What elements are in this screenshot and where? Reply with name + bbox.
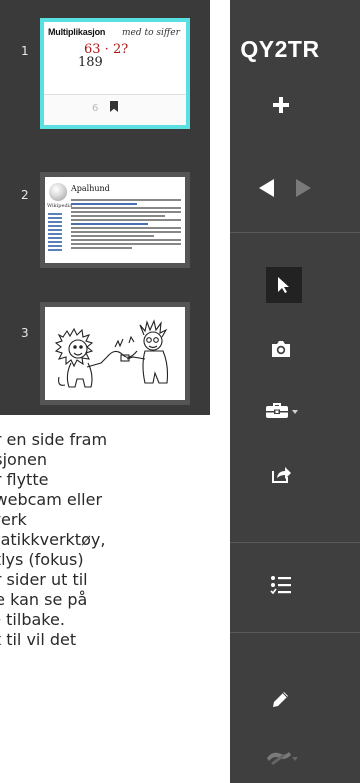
previous-slide-button[interactable] (250, 171, 284, 205)
description-line: er sider ut til (0, 570, 88, 589)
toolbar-divider (230, 542, 360, 543)
pen-button[interactable] (264, 682, 298, 716)
wiki-sidebar (48, 211, 66, 253)
drawing-tools-button[interactable] (258, 740, 306, 774)
slide-preview: Multiplikasjon med to siffer 63 · 2? 189… (44, 22, 186, 125)
toolbar-divider (230, 632, 360, 633)
slide-thumbnail-selected[interactable]: Multiplikasjon med to siffer 63 · 2? 189… (40, 18, 190, 129)
share-button[interactable] (264, 457, 298, 491)
toolbar: QY2TR (230, 0, 360, 783)
arrow-right-icon (296, 179, 311, 197)
select-tool-button[interactable] (266, 267, 302, 303)
next-slide-button[interactable] (286, 171, 320, 205)
list-button[interactable] (264, 568, 298, 602)
slide-thumbnail[interactable] (40, 302, 190, 405)
description-line: l webcam eller (0, 490, 103, 509)
slide-1[interactable]: 1 Multiplikasjon med to siffer 63 · 2? 1… (0, 0, 210, 150)
pen-icon (273, 692, 288, 707)
wikipedia-logo-icon (49, 183, 67, 201)
wiki-article-title: Apalhund (71, 184, 110, 193)
toolbox-icon (266, 403, 298, 418)
description-text: er en side fram ksjonen er flytte l webc… (0, 430, 230, 650)
wiki-article-text (71, 197, 181, 251)
description-line: re tilbake. (0, 610, 65, 629)
slide-math-bottom: 189 (78, 55, 103, 70)
slide-3[interactable]: 3 (0, 280, 210, 415)
bookmark-icon[interactable] (110, 101, 118, 112)
share-icon (272, 467, 291, 483)
add-slide-button[interactable] (264, 88, 298, 122)
slide-number: 3 (21, 326, 29, 340)
description-line: rverk (0, 510, 27, 529)
description-line: er flytte (0, 470, 49, 489)
wiki-wordmark: Wikipedia (47, 203, 73, 209)
slide-handwriting: med to siffer (122, 28, 180, 38)
arrow-left-icon (259, 179, 274, 197)
slide-number: 1 (21, 44, 29, 58)
toolbox-button[interactable] (258, 393, 306, 427)
slide-preview (45, 307, 185, 400)
page-number: 6 (92, 103, 99, 114)
list-icon (270, 576, 291, 595)
description-line: otlys (fokus) (0, 550, 84, 569)
drawing-tools-icon (267, 752, 298, 765)
camera-icon (272, 341, 290, 357)
camera-button[interactable] (264, 332, 298, 366)
description-line: matikkverktøy, (0, 530, 106, 549)
slide-2[interactable]: 2 Wikipedia Apalhund (0, 150, 210, 280)
cursor-icon (278, 277, 289, 293)
description-line: de kan se på (0, 590, 88, 609)
slide-thumbnail-panel: 1 Multiplikasjon med to siffer 63 · 2? 1… (0, 0, 210, 415)
plus-icon (273, 97, 289, 113)
description-line: et til vil det (0, 630, 77, 649)
slide-number: 2 (21, 188, 29, 202)
description-line: er en side fram (0, 430, 108, 449)
slide-thumbnail[interactable]: Wikipedia Apalhund (40, 172, 190, 268)
lion-cartoon-icon (54, 319, 169, 388)
toolbar-divider (230, 232, 360, 233)
slide-title: Multiplikasjon (48, 27, 106, 37)
slide-preview: Wikipedia Apalhund (45, 177, 185, 263)
slide-page-bar: 6 (44, 94, 186, 125)
description-line: ksjonen (0, 450, 47, 469)
session-code: QY2TR (240, 36, 320, 62)
